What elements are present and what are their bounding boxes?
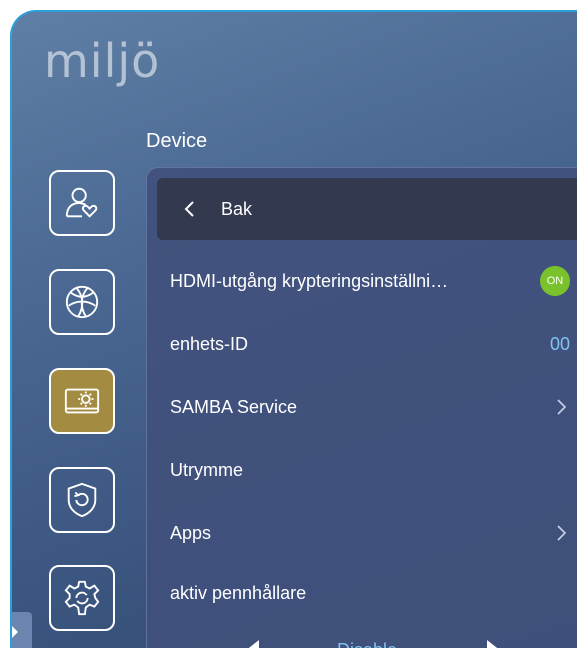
device-settings-icon [64,388,100,414]
samba-service-label: SAMBA Service [170,396,298,417]
chevron-left-icon [184,201,194,217]
section-title: Device [146,130,208,152]
sidebar-item-system[interactable] [49,565,115,631]
back-label: Bak [221,198,253,219]
pen-holder-label: aktiv pennhållare [170,582,307,603]
chevron-right-icon [557,525,567,541]
settings-panel: Bak HDMI-utgång krypteringsinställni… ON… [146,167,577,648]
hdmi-encryption-row[interactable]: HDMI-utgång krypteringsinställni… ON [170,261,570,301]
user-heart-icon [65,187,98,218]
pen-holder-selector[interactable]: Disable [147,628,577,648]
pen-holder-value: Disable [337,640,397,648]
gear-refresh-icon [64,580,100,616]
screen: miljö Device Bak HDMI-utgång krypterings… [10,10,577,648]
device-id-label: enhets-ID [170,333,249,354]
hdmi-encryption-toggle[interactable]: ON [540,266,570,296]
storage-label: Utrymme [170,459,243,480]
caret-right-icon [12,626,18,638]
chevron-right-icon [557,399,567,415]
shield-restore-icon [67,482,97,518]
samba-service-row[interactable]: SAMBA Service [170,387,570,427]
sidebar-item-user[interactable] [49,170,115,236]
sidebar-item-security[interactable] [49,467,115,533]
sidebar-item-device[interactable] [49,368,115,434]
globe-network-icon [65,285,99,319]
page-title: miljö [44,34,161,88]
arrow-left-icon[interactable] [245,640,259,648]
arrow-right-icon[interactable] [487,640,501,648]
sidebar-item-network[interactable] [49,269,115,335]
storage-row[interactable]: Utrymme [170,450,570,490]
device-id-row[interactable]: enhets-ID 00 [170,324,570,364]
expand-tab[interactable] [12,612,32,648]
apps-label: Apps [170,522,212,543]
apps-row[interactable]: Apps [170,513,570,553]
pen-holder-row: aktiv pennhållare [170,573,570,613]
hdmi-encryption-label: HDMI-utgång krypteringsinställni… [170,270,449,291]
back-button[interactable]: Bak [157,178,577,240]
device-id-value[interactable]: 00 [550,334,570,355]
